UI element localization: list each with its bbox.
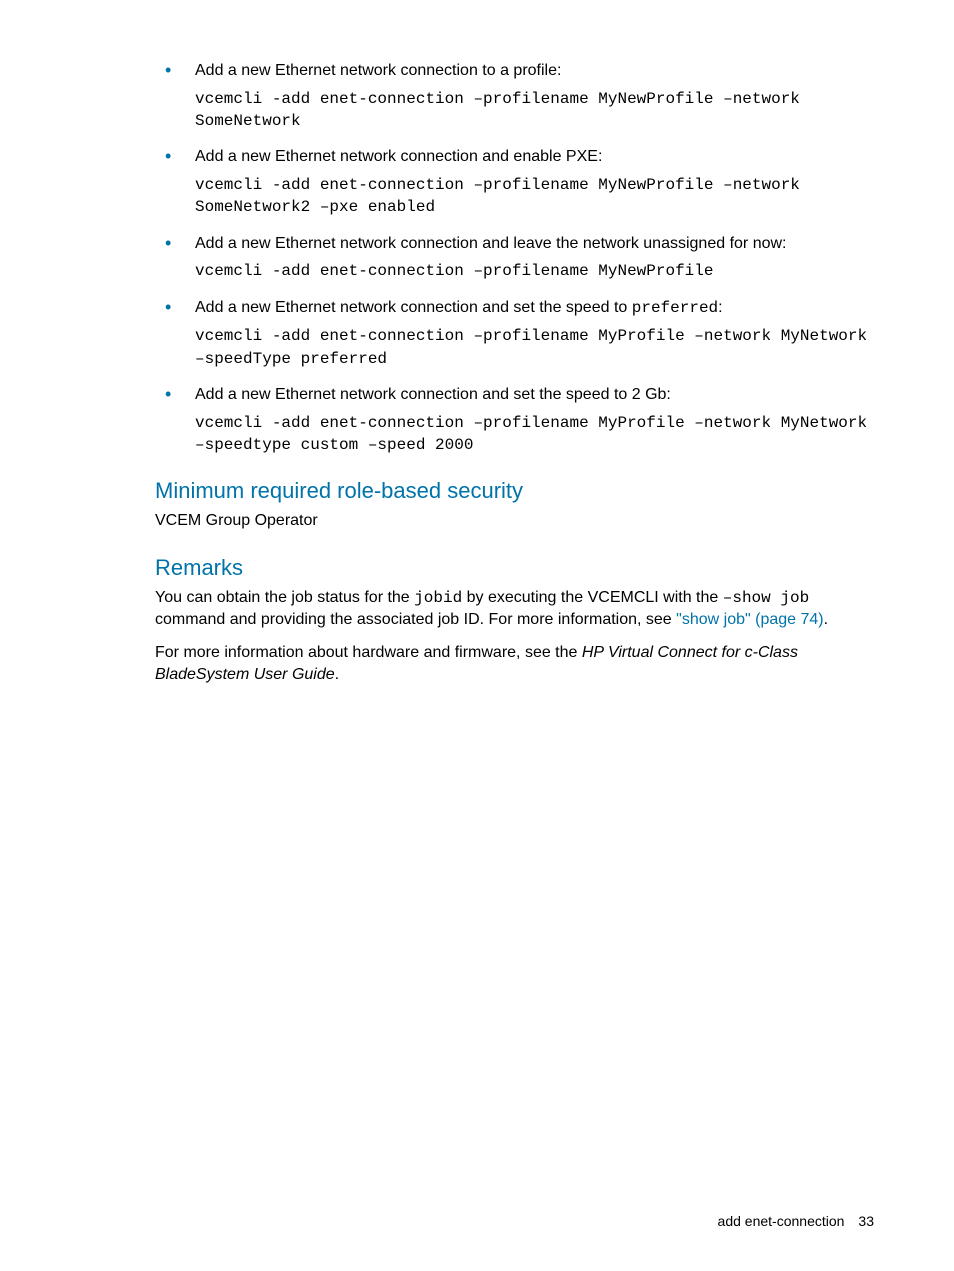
remarks-heading: Remarks	[155, 555, 874, 581]
inline-code: –show job	[723, 589, 809, 607]
example-desc: Add a new Ethernet network connection to…	[195, 60, 874, 82]
page-body: Add a new Ethernet network connection to…	[0, 0, 954, 746]
example-code: vcemcli -add enet-connection –profilenam…	[195, 325, 874, 370]
list-item: Add a new Ethernet network connection an…	[155, 384, 874, 456]
security-heading: Minimum required role-based security	[155, 478, 874, 504]
page-footer: add enet-connection 33	[718, 1213, 874, 1229]
example-code: vcemcli -add enet-connection –profilenam…	[195, 174, 874, 219]
example-desc: Add a new Ethernet network connection an…	[195, 233, 874, 255]
list-item: Add a new Ethernet network connection an…	[155, 146, 874, 218]
example-code: vcemcli -add enet-connection –profilenam…	[195, 412, 874, 457]
footer-section-title: add enet-connection	[718, 1213, 845, 1229]
example-desc: Add a new Ethernet network connection an…	[195, 297, 874, 320]
example-code: vcemcli -add enet-connection –profilenam…	[195, 260, 874, 282]
list-item: Add a new Ethernet network connection an…	[155, 233, 874, 283]
example-desc: Add a new Ethernet network connection an…	[195, 146, 874, 168]
remarks-paragraph-2: For more information about hardware and …	[155, 642, 874, 687]
example-desc: Add a new Ethernet network connection an…	[195, 384, 874, 406]
example-code: vcemcli -add enet-connection –profilenam…	[195, 88, 874, 133]
list-item: Add a new Ethernet network connection an…	[155, 297, 874, 370]
remarks-paragraph-1: You can obtain the job status for the jo…	[155, 587, 874, 632]
inline-code: preferred	[632, 299, 718, 317]
examples-list: Add a new Ethernet network connection to…	[155, 60, 874, 456]
list-item: Add a new Ethernet network connection to…	[155, 60, 874, 132]
footer-page-number: 33	[858, 1213, 874, 1229]
inline-code: jobid	[414, 589, 462, 607]
show-job-link[interactable]: "show job" (page 74)	[676, 611, 823, 628]
security-text: VCEM Group Operator	[155, 510, 874, 532]
